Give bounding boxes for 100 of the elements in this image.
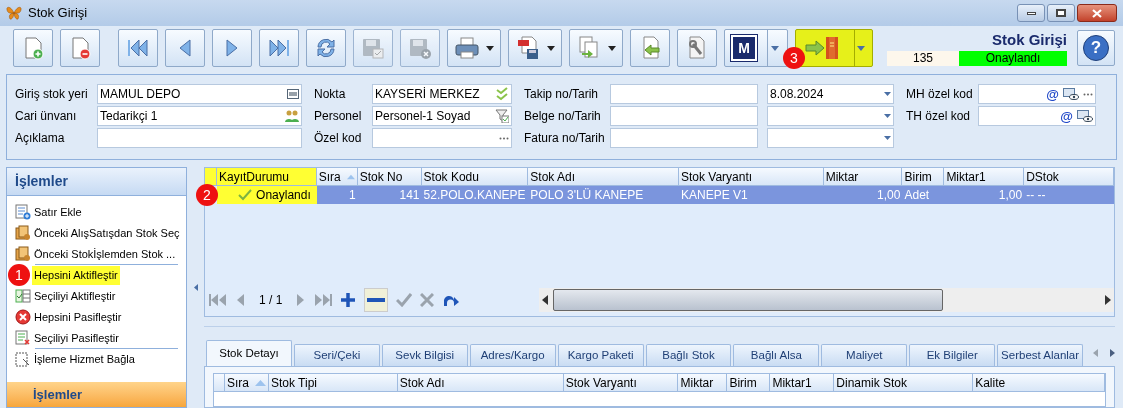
redo-icon[interactable] (442, 293, 461, 307)
column-header[interactable]: Sıra (316, 168, 358, 185)
last-record-icon[interactable] (314, 293, 333, 307)
field-label: Nokta (314, 86, 347, 103)
field-label: TH özel kod (906, 108, 972, 125)
column-header[interactable]: Birim (727, 374, 771, 391)
ellipsis-icon[interactable] (499, 136, 509, 140)
text-field[interactable] (610, 84, 758, 104)
sidebar-item[interactable]: Hepsini Pasifleştir (15, 307, 122, 327)
tab[interactable]: Bağlı Alsa (733, 344, 820, 366)
sidebar-item[interactable]: Önceki Stokİşlemden Stok ... (15, 244, 176, 264)
tool-button[interactable] (60, 29, 100, 67)
tool-button[interactable] (677, 29, 717, 67)
tab-scroll-right-icon[interactable] (1110, 349, 1116, 357)
column-header[interactable]: Birim (902, 168, 945, 185)
column-header[interactable]: Stok Adı (397, 374, 564, 391)
text-field[interactable]: Personel-1 Soyad (372, 106, 512, 126)
help-button[interactable]: ? (1077, 30, 1115, 66)
scroll-left-icon[interactable] (542, 295, 550, 305)
tool-button[interactable] (259, 29, 299, 67)
sort-ascending-icon (346, 173, 355, 180)
plus-icon[interactable] (340, 292, 357, 308)
table-cell-text: 52.POLO.KANEPE (423, 187, 526, 204)
caret-icon (856, 45, 865, 51)
column-header[interactable]: Stok No (357, 168, 422, 185)
eye-window-icon[interactable] (1077, 110, 1093, 122)
tool-button[interactable] (165, 29, 205, 67)
tab[interactable]: Bağlı Stok (645, 344, 732, 366)
text-field[interactable]: @ (978, 106, 1096, 126)
text-field[interactable]: KAYSERİ MERKEZ (372, 84, 512, 104)
list-remove-icon (15, 330, 31, 346)
column-header[interactable]: Kalite (973, 374, 1105, 391)
sidebar-item[interactable]: Satır Ekle (15, 202, 82, 222)
minimize-button[interactable] (1017, 4, 1045, 22)
text-field[interactable]: MAMUL DEPO (97, 84, 302, 104)
column-header[interactable]: Dinamik Stok (834, 374, 974, 391)
sidebar-item[interactable]: İşleme Hizmet Bağla (15, 349, 135, 369)
column-header[interactable]: Stok Varyantı (679, 168, 824, 185)
text-field[interactable] (610, 128, 758, 148)
tool-button[interactable] (118, 29, 158, 67)
tab[interactable]: Seri/Çeki (293, 344, 380, 366)
dropdown-tool-button[interactable] (447, 29, 501, 67)
column-header[interactable]: Stok Adı (528, 168, 679, 185)
tool-button[interactable] (13, 29, 53, 67)
sidebar-item[interactable]: Hepsini Aktifleştir (32, 265, 120, 285)
dropdown-tool-button[interactable]: M (724, 29, 788, 67)
tab[interactable]: Kargo Paketi (557, 344, 644, 366)
tab[interactable]: Sevk Bilgisi (381, 344, 468, 366)
column-header[interactable]: DStok (1024, 168, 1114, 185)
at-sign-icon[interactable]: @ (1046, 87, 1059, 101)
text-field[interactable] (372, 128, 512, 148)
column-header[interactable]: Miktar (823, 168, 903, 185)
column-header[interactable]: Sıra (225, 374, 269, 391)
tab[interactable]: Maliyet (821, 344, 908, 366)
text-field[interactable]: Tedarikçi 1 (97, 106, 302, 126)
tool-button[interactable] (630, 29, 670, 67)
close-icon[interactable] (420, 293, 435, 307)
column-header[interactable]: Stok Varyantı (563, 374, 679, 391)
help-icon: ? (1083, 35, 1109, 61)
date-dropdown[interactable]: 8.08.2024 (767, 84, 894, 104)
list-add-icon (15, 204, 31, 220)
field-label: Belge no/Tarih (524, 108, 602, 125)
tab[interactable]: Adres/Kargo (469, 344, 556, 366)
sidebar-footer[interactable]: İşlemler (7, 382, 186, 407)
sidebar-item[interactable]: Seçiliyi Pasifleştir (15, 328, 119, 348)
people-icon (285, 110, 299, 122)
scroll-right-icon[interactable] (1103, 295, 1111, 305)
maximize-button[interactable] (1047, 4, 1075, 22)
dropdown-tool-button[interactable] (508, 29, 562, 67)
sidebar-item[interactable]: Önceki AlışSatışdan Stok Seç (15, 223, 180, 243)
scrollbar-thumb[interactable] (553, 289, 943, 311)
field-label: Açıklama (15, 130, 66, 147)
sidebar-item[interactable]: Seçiliyi Aktifleştir (15, 286, 116, 306)
at-sign-icon[interactable]: @ (1060, 109, 1073, 123)
column-header[interactable]: Miktar1 (944, 168, 1025, 185)
first-record-icon[interactable] (209, 293, 227, 307)
ellipsis-icon[interactable] (1083, 92, 1093, 96)
minus-icon[interactable] (367, 298, 386, 302)
tab[interactable]: Serbest Alanlar (997, 344, 1084, 366)
column-header[interactable]: Miktar1 (770, 374, 835, 391)
column-header[interactable]: KayıtDurumu (216, 168, 317, 185)
horizontal-scrollbar[interactable] (539, 288, 1114, 312)
column-header[interactable]: Stok Kodu (421, 168, 529, 185)
close-button[interactable] (1077, 4, 1117, 22)
table-cell-text: 1,00 (877, 187, 901, 204)
tab[interactable]: Ek Bilgiler (909, 344, 996, 366)
column-header[interactable]: Miktar (678, 374, 728, 391)
checkmark-icon[interactable] (396, 293, 413, 307)
tab-scroll-left-icon[interactable] (1093, 349, 1099, 357)
tool-button[interactable] (306, 29, 346, 67)
tool-button[interactable] (212, 29, 252, 67)
text-field[interactable] (610, 106, 758, 126)
eye-window-icon[interactable] (1063, 88, 1079, 100)
dropdown-tool-button[interactable] (795, 29, 873, 67)
tab[interactable]: Stok Detayı (206, 340, 292, 366)
text-field[interactable]: @ (978, 84, 1096, 104)
text-field[interactable] (97, 128, 302, 148)
double-check-icon (495, 87, 509, 101)
previous-record-icon[interactable] (235, 293, 245, 307)
column-header[interactable]: Stok Tipi (269, 374, 398, 391)
